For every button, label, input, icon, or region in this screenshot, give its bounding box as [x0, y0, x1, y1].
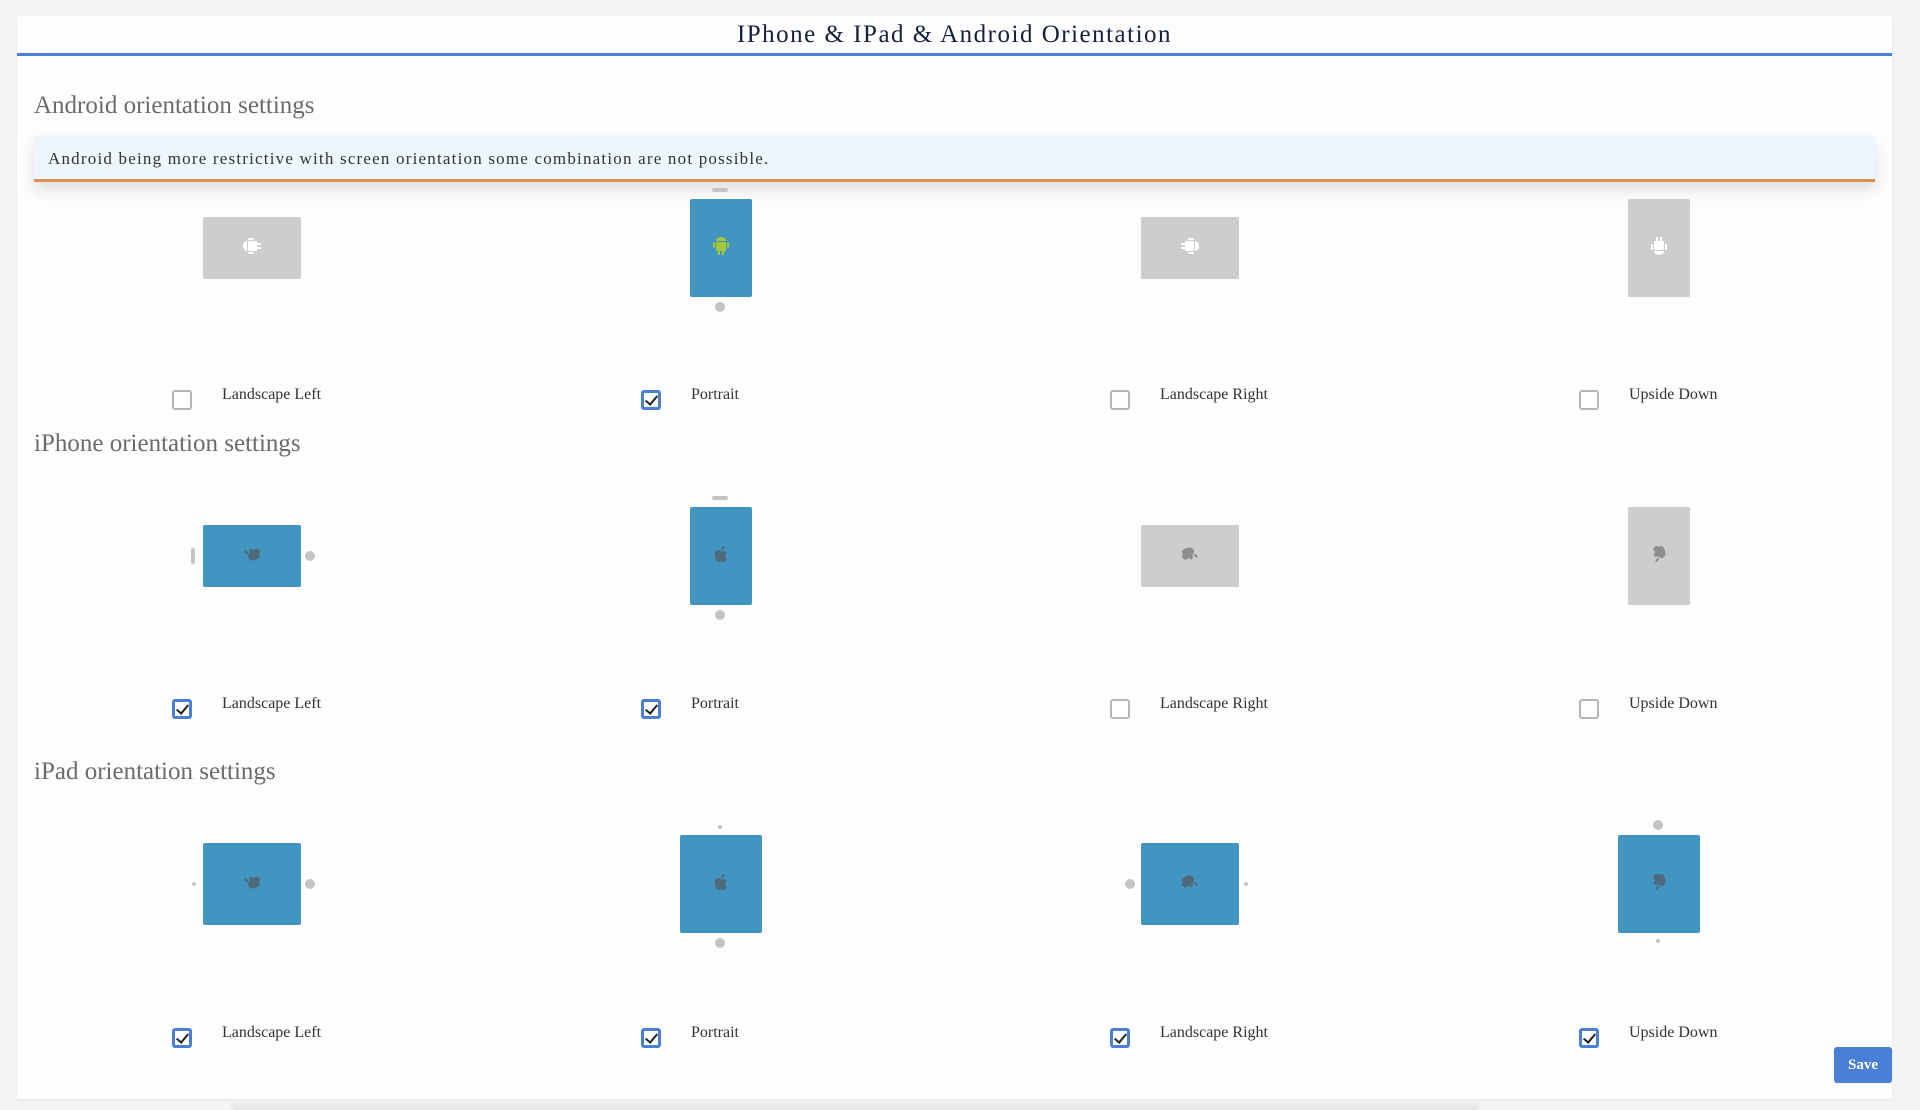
device-preview-portrait — [690, 199, 752, 297]
device-preview-upside-down — [1618, 835, 1700, 933]
home-button — [305, 879, 315, 889]
device-preview-landscape-left — [203, 525, 301, 587]
checkbox-upside-down[interactable] — [1579, 390, 1599, 410]
android-icon — [1178, 234, 1202, 263]
checkbox-label: Landscape Left — [222, 1024, 321, 1042]
speaker-bar — [191, 548, 195, 564]
android-icon — [709, 234, 733, 263]
speaker-bar — [712, 188, 728, 192]
orientation-option-portrait: Portrait — [486, 16, 955, 17]
camera-dot — [718, 825, 722, 829]
orientation-option-landscape-right: Landscape Right — [955, 16, 1424, 17]
camera-dot — [1244, 882, 1248, 886]
home-button — [715, 302, 725, 312]
section-heading: Android orientation settings — [34, 92, 315, 120]
device-preview-portrait — [690, 507, 752, 605]
device-preview-landscape-right — [1141, 525, 1239, 587]
section-heading: iPhone orientation settings — [34, 430, 301, 458]
checkbox-landscape-right[interactable] — [1110, 390, 1130, 410]
section-heading: iPad orientation settings — [34, 758, 276, 786]
apple-icon — [240, 542, 264, 571]
checkbox-label: Landscape Left — [222, 695, 321, 713]
speaker-bar — [712, 496, 728, 500]
checkbox-label: Landscape Right — [1160, 1024, 1268, 1042]
device-preview-landscape-left — [203, 217, 301, 279]
apple-icon — [1647, 870, 1671, 899]
android-icon — [1647, 234, 1671, 263]
home-button — [1653, 820, 1663, 830]
checkbox-upside-down[interactable] — [1579, 1028, 1599, 1048]
apple-icon — [1178, 870, 1202, 899]
info-banner: Android being more restrictive with scre… — [34, 136, 1875, 182]
device-preview-upside-down — [1628, 507, 1690, 605]
device-preview-landscape-right — [1141, 843, 1239, 925]
title-divider — [17, 53, 1892, 56]
checkbox-portrait[interactable] — [641, 1028, 661, 1048]
device-preview-landscape-left — [203, 843, 301, 925]
camera-dot — [1656, 939, 1660, 943]
home-button — [715, 938, 725, 948]
page-title: IPhone & IPad & Android Orientation — [17, 16, 1892, 54]
checkbox-label: Landscape Right — [1160, 386, 1268, 404]
orientation-panel: IPhone & IPad & Android Orientation Save… — [17, 16, 1892, 1099]
device-preview-portrait — [680, 835, 762, 933]
home-button — [715, 610, 725, 620]
camera-dot — [192, 882, 196, 886]
apple-icon — [709, 870, 733, 899]
checkbox-label: Landscape Right — [1160, 695, 1268, 713]
checkbox-landscape-left[interactable] — [172, 699, 192, 719]
checkbox-landscape-left[interactable] — [172, 1028, 192, 1048]
checkbox-landscape-left[interactable] — [172, 390, 192, 410]
checkbox-label: Upside Down — [1629, 1024, 1717, 1042]
device-preview-landscape-right — [1141, 217, 1239, 279]
checkbox-label: Upside Down — [1629, 695, 1717, 713]
home-button — [305, 551, 315, 561]
apple-icon — [1178, 542, 1202, 571]
save-button[interactable]: Save — [1834, 1047, 1892, 1083]
checkbox-portrait[interactable] — [641, 390, 661, 410]
checkbox-label: Upside Down — [1629, 386, 1717, 404]
checkbox-label: Portrait — [691, 386, 739, 404]
apple-icon — [1647, 542, 1671, 571]
checkbox-upside-down[interactable] — [1579, 699, 1599, 719]
horizontal-scrollbar[interactable] — [230, 1100, 1480, 1110]
checkbox-label: Portrait — [691, 695, 739, 713]
android-icon — [240, 234, 264, 263]
checkbox-label: Portrait — [691, 1024, 739, 1042]
checkbox-landscape-right[interactable] — [1110, 699, 1130, 719]
apple-icon — [240, 870, 264, 899]
device-preview-upside-down — [1628, 199, 1690, 297]
checkbox-landscape-right[interactable] — [1110, 1028, 1130, 1048]
checkbox-portrait[interactable] — [641, 699, 661, 719]
orientation-option-landscape-left: Landscape Left — [17, 16, 486, 17]
home-button — [1125, 879, 1135, 889]
orientation-option-upside-down: Upside Down — [1424, 16, 1893, 17]
apple-icon — [709, 542, 733, 571]
checkbox-label: Landscape Left — [222, 386, 321, 404]
